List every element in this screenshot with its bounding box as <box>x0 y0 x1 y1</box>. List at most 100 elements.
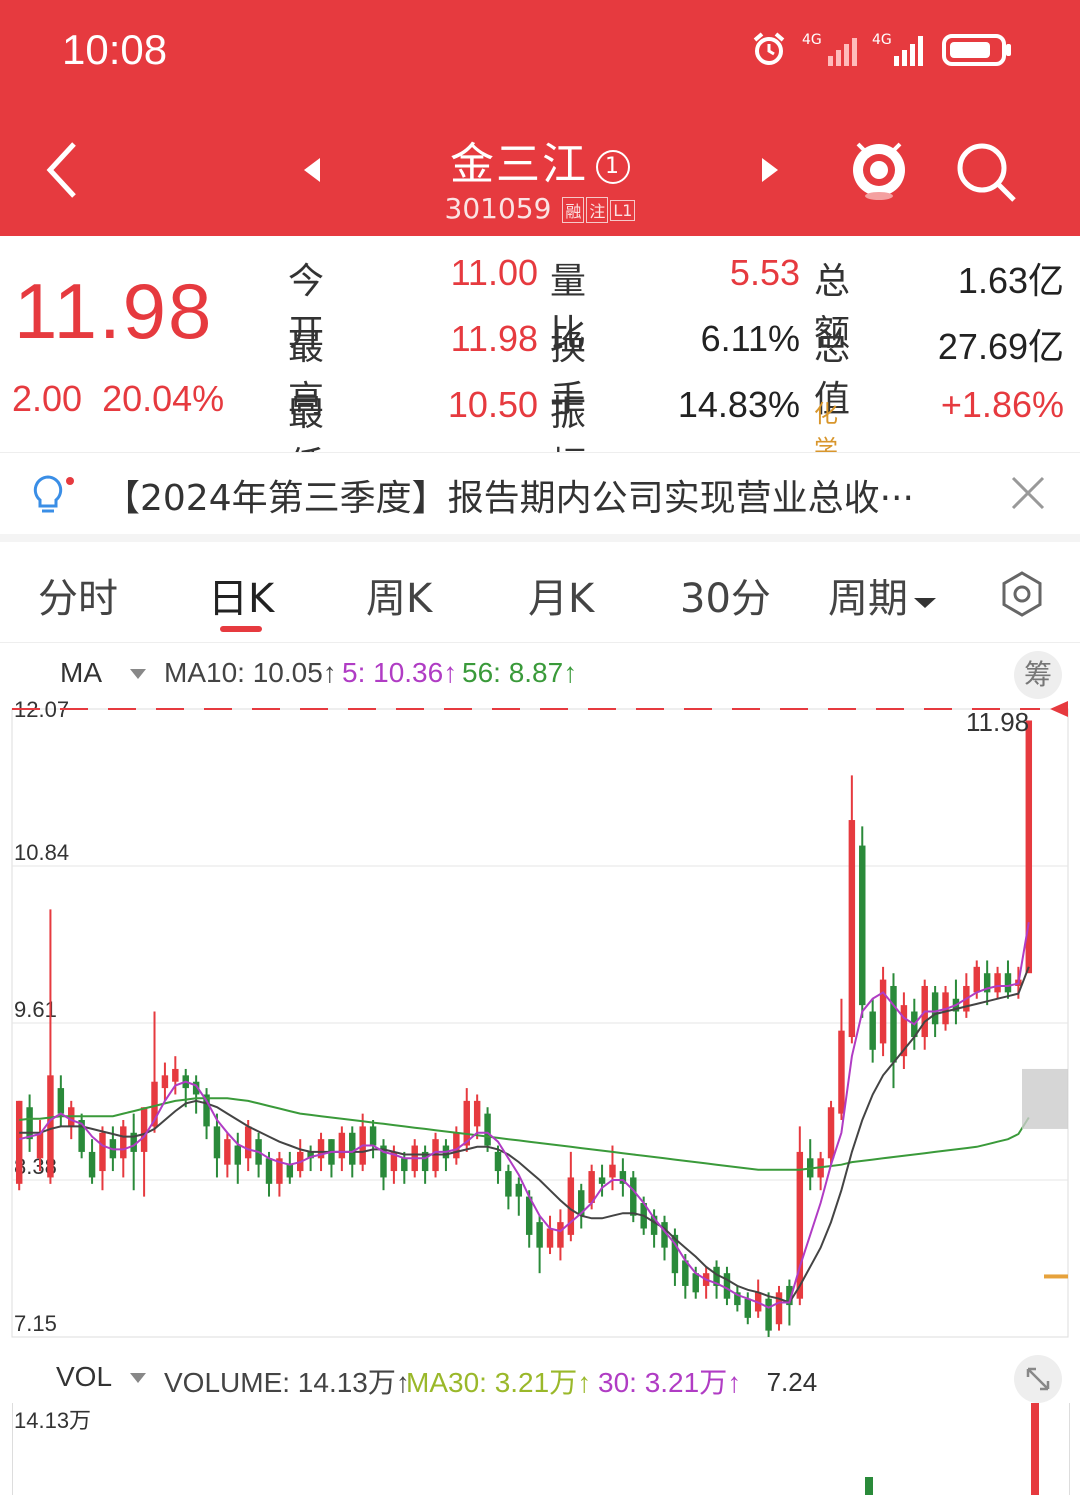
value-low: 10.50 <box>447 384 538 425</box>
candle-body <box>931 992 939 1025</box>
kline-chart-area: MA MA10: 10.05↑ 5: 10.36↑ 56: 8.87↑ 筹 12… <box>0 642 1080 1495</box>
candle-body <box>744 1298 752 1318</box>
candle-body <box>775 1292 783 1325</box>
tag-level: L1 <box>610 199 636 221</box>
lightbulb-icon <box>33 475 74 513</box>
candle-body <box>224 1139 231 1165</box>
kline-chart[interactable]: 12.0710.849.618.387.15 11.987.24 <box>0 701 1080 1401</box>
high-price-label: 11.98 <box>966 707 1029 737</box>
candle-body <box>234 1145 242 1165</box>
status-time: 10:08 <box>62 26 168 73</box>
candle-body <box>630 1177 637 1216</box>
ma5-legend: 5: 10.36↑ <box>342 657 458 688</box>
value-volume-ratio: 5.53 <box>729 252 800 293</box>
announcement-bar[interactable]: 【2024年第三季度】报告期内公司实现营业总收··· <box>0 452 1080 533</box>
dropdown-caret-icon <box>914 598 936 608</box>
candle-body <box>723 1273 731 1299</box>
expand-button[interactable] <box>1014 1355 1062 1403</box>
change-percent: 20.04% <box>102 378 225 419</box>
nav-bar: 金三江 1 301059 融注 L1 <box>0 100 1080 236</box>
stock-title: 金三江 1 <box>0 128 1080 192</box>
tab-intraday[interactable]: 分时 <box>38 566 118 624</box>
vol-dropdown-icon[interactable] <box>128 1371 148 1385</box>
active-tab-indicator <box>220 626 262 632</box>
tab-period[interactable]: 周期 <box>828 566 938 624</box>
value-turnover-rate: 6.11% <box>700 318 800 359</box>
tab-30min[interactable]: 30分 <box>680 566 771 624</box>
announcement-text[interactable]: 【2024年第三季度】报告期内公司实现营业总收··· <box>104 469 914 521</box>
volume-bar <box>865 1477 873 1495</box>
value-sector-change[interactable]: +1.86% <box>908 384 1064 426</box>
candle-body <box>286 1164 294 1178</box>
stock-badge[interactable]: 1 <box>596 150 630 184</box>
value-high: 11.98 <box>450 318 538 359</box>
ma-legend-label[interactable]: MA <box>60 657 102 689</box>
close-icon[interactable] <box>1010 475 1046 511</box>
volume-bar-last <box>1031 1403 1039 1495</box>
status-icons: 4G 4G <box>750 30 1014 68</box>
next-stock-icon[interactable] <box>758 156 782 184</box>
candle-body <box>973 966 980 993</box>
alarm-icon <box>753 32 785 65</box>
candle-body <box>879 979 887 1044</box>
candle-body <box>213 1126 221 1159</box>
candle-body <box>890 985 897 1063</box>
candle-body <box>244 1126 252 1159</box>
ma10-legend: MA10: 10.05↑ <box>164 657 337 688</box>
settings-icon[interactable] <box>998 570 1046 618</box>
vol-30-legend: 30: 3.21万↑ <box>598 1367 742 1398</box>
current-price: 11.98 <box>14 267 214 355</box>
candle-body <box>848 820 856 1038</box>
candle-body <box>546 1228 554 1248</box>
tag-margin: 融 <box>562 197 585 223</box>
assistant-mascot-icon[interactable] <box>848 136 910 202</box>
signal-4g-icon-1: 4G <box>802 32 857 66</box>
value-amplitude: 14.83% <box>677 384 800 425</box>
tab-daily-k[interactable]: 日K <box>208 566 274 624</box>
candle-body <box>120 1126 127 1159</box>
candle-body <box>515 1183 523 1197</box>
candle-body <box>401 1158 408 1172</box>
current-marker <box>1044 1274 1068 1279</box>
vol-legend-label[interactable]: VOL <box>56 1361 112 1393</box>
chip-distribution-button[interactable]: 筹 <box>1014 651 1062 699</box>
value-open: 11.00 <box>450 252 538 293</box>
value-turnover-amount: 1.63亿 <box>957 260 1064 301</box>
candle-body <box>557 1222 564 1248</box>
candle-body <box>57 1088 65 1114</box>
svg-text:4G: 4G <box>802 32 822 48</box>
candle-body <box>99 1132 106 1172</box>
volume-legend: VOLUME: 14.13万↑ <box>164 1367 410 1398</box>
change-amount: 2.00 <box>12 378 83 419</box>
price-change: 2.00 20.04% <box>12 378 224 420</box>
tab-monthly-k[interactable]: 月K <box>528 566 594 624</box>
candle-body <box>369 1126 377 1146</box>
candle-body <box>536 1222 543 1248</box>
signal-4g-icon-2: 4G <box>872 32 923 66</box>
ma56-line <box>19 1097 1030 1171</box>
status-bar: 10:08 4G 4G <box>0 0 1080 100</box>
search-icon[interactable] <box>954 140 1018 204</box>
expand-icon <box>1026 1367 1050 1391</box>
candle-body <box>265 1158 273 1184</box>
candle-body <box>765 1298 772 1331</box>
crosshair-price-tag <box>1022 1068 1068 1129</box>
stock-name: 金三江 <box>450 139 588 190</box>
quote-panel: 11.98 2.00 20.04% 今开 11.00 量比 5.53 总额 1.… <box>0 236 1080 533</box>
candle-body <box>47 1075 54 1178</box>
last-price-marker <box>1050 701 1068 717</box>
candle-body <box>172 1068 179 1082</box>
candle-body <box>994 973 1001 993</box>
candle-body <box>1004 973 1012 993</box>
candle-body <box>26 1107 33 1140</box>
candle-body <box>36 1132 44 1159</box>
tab-weekly-k[interactable]: 周K <box>366 566 432 624</box>
candle-body <box>484 1113 491 1146</box>
candle-body <box>88 1151 96 1178</box>
y-tick-label: 12.07 <box>14 701 69 722</box>
ma-dropdown-icon[interactable] <box>128 667 148 681</box>
volume-panel <box>12 1403 1070 1495</box>
candle-body <box>869 1011 876 1050</box>
low-price-label: 7.24 <box>767 1367 818 1397</box>
tag-registration: 注 <box>586 197 609 223</box>
